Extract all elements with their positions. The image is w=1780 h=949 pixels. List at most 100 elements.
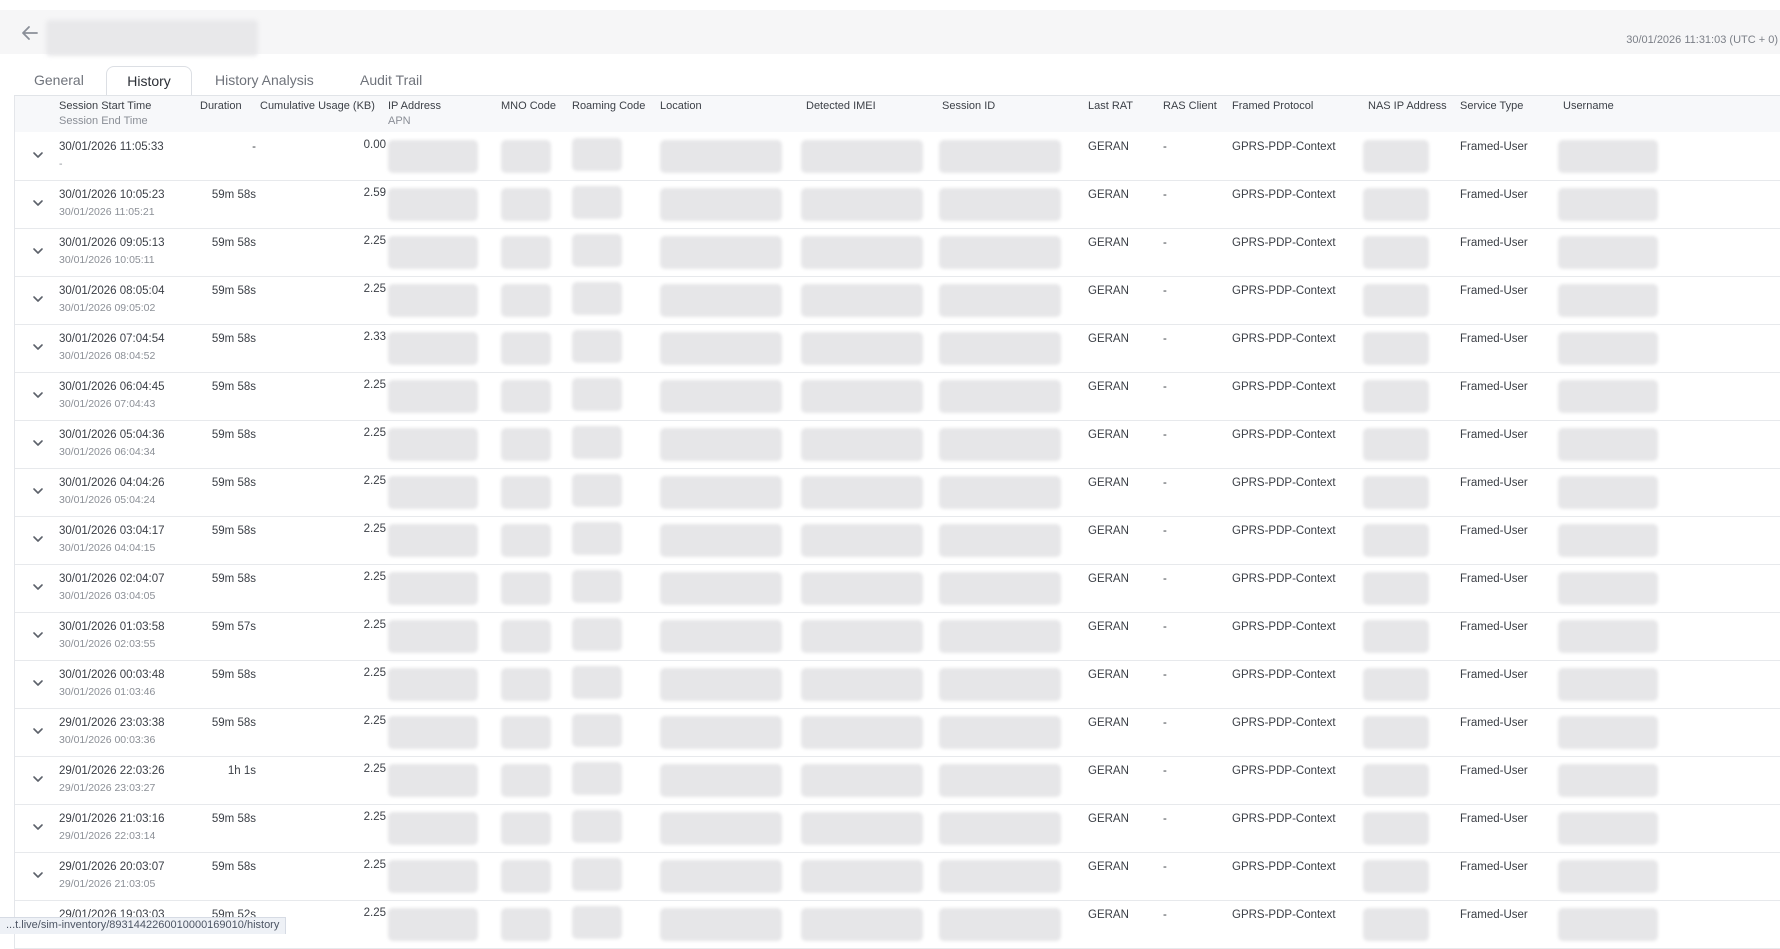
username-redacted xyxy=(1558,620,1658,653)
col-roaming-code[interactable]: Roaming Code xyxy=(572,100,645,112)
session-id-redacted xyxy=(939,764,1061,797)
col-location[interactable]: Location xyxy=(660,100,702,112)
session-start-time: 30/01/2026 04:04:26 xyxy=(59,477,165,489)
col-last-rat[interactable]: Last RAT xyxy=(1088,100,1133,112)
nas-ip-address-redacted xyxy=(1363,284,1429,317)
ras-client: - xyxy=(1163,765,1167,777)
cumulative-usage: 2.25 xyxy=(363,427,386,439)
col-duration[interactable]: Duration xyxy=(200,100,242,112)
service-type: Framed-User xyxy=(1460,381,1528,393)
expand-row-chevron-icon[interactable] xyxy=(30,243,46,259)
expand-row-chevron-icon[interactable] xyxy=(30,819,46,835)
col-cumulative-usage[interactable]: Cumulative Usage (KB) xyxy=(260,100,375,112)
ip-address-redacted xyxy=(388,860,478,893)
table-row[interactable]: 30/01/2026 10:05:23 30/01/2026 11:05:21 59… xyxy=(14,180,1780,229)
nas-ip-address-redacted xyxy=(1363,188,1429,221)
table-row[interactable]: 30/01/2026 06:04:45 30/01/2026 07:04:43 59… xyxy=(14,372,1780,421)
cumulative-usage: 2.59 xyxy=(363,187,386,199)
framed-protocol: GPRS-PDP-Context xyxy=(1232,525,1336,537)
back-arrow-icon[interactable] xyxy=(20,23,42,43)
table-row[interactable]: 30/01/2026 00:03:48 30/01/2026 01:03:46 59… xyxy=(14,660,1780,709)
framed-protocol: GPRS-PDP-Context xyxy=(1232,429,1336,441)
col-ras-client[interactable]: RAS Client xyxy=(1163,100,1217,112)
table-row[interactable]: 30/01/2026 07:04:54 30/01/2026 08:04:52 59… xyxy=(14,324,1780,373)
nas-ip-address-redacted xyxy=(1363,428,1429,461)
col-session-start-time[interactable]: Session Start Time xyxy=(59,100,151,112)
ras-client: - xyxy=(1163,429,1167,441)
expand-row-chevron-icon[interactable] xyxy=(30,483,46,499)
roaming-code-redacted xyxy=(572,522,622,555)
table-row[interactable]: 30/01/2026 05:04:36 30/01/2026 06:04:34 59… xyxy=(14,420,1780,469)
mno-code-redacted xyxy=(501,572,551,605)
framed-protocol: GPRS-PDP-Context xyxy=(1232,141,1336,153)
table-row[interactable]: 29/01/2026 20:03:07 29/01/2026 21:03:05 59… xyxy=(14,852,1780,901)
table-row[interactable]: 30/01/2026 04:04:26 30/01/2026 05:04:24 59… xyxy=(14,468,1780,517)
tab-history-analysis[interactable]: History Analysis xyxy=(215,66,314,94)
session-end-time: 30/01/2026 05:04:24 xyxy=(59,494,156,506)
table-row[interactable]: 30/01/2026 11:05:33 - - 0.00 GERAN - GPRS-PDP-… xyxy=(14,132,1780,181)
roaming-code-redacted xyxy=(572,762,622,795)
expand-row-chevron-icon[interactable] xyxy=(30,387,46,403)
detected-imei-redacted xyxy=(801,908,923,941)
location-redacted xyxy=(660,380,782,413)
location-redacted xyxy=(660,140,782,173)
expand-row-chevron-icon[interactable] xyxy=(30,435,46,451)
expand-row-chevron-icon[interactable] xyxy=(30,531,46,547)
tab-audit-trail[interactable]: Audit Trail xyxy=(360,66,422,94)
cumulative-usage: 2.25 xyxy=(363,763,386,775)
tab-history[interactable]: History xyxy=(106,66,192,95)
table-row[interactable]: 30/01/2026 08:05:04 30/01/2026 09:05:02 59… xyxy=(14,276,1780,325)
session-end-time: 30/01/2026 04:04:15 xyxy=(59,542,156,554)
table-row[interactable]: 30/01/2026 09:05:13 30/01/2026 10:05:11 59… xyxy=(14,228,1780,277)
last-rat: GERAN xyxy=(1088,429,1129,441)
duration: 59m 58s xyxy=(211,669,256,681)
col-ip-address[interactable]: IP Address xyxy=(388,100,441,112)
table-row[interactable]: 30/01/2026 02:04:07 30/01/2026 03:04:05 59… xyxy=(14,564,1780,613)
table-row[interactable]: 29/01/2026 22:03:26 29/01/2026 23:03:27 1h… xyxy=(14,756,1780,805)
col-service-type[interactable]: Service Type xyxy=(1460,100,1523,112)
expand-row-chevron-icon[interactable] xyxy=(30,867,46,883)
expand-row-chevron-icon[interactable] xyxy=(30,339,46,355)
table-row[interactable]: 29/01/2026 21:03:16 29/01/2026 22:03:14 59… xyxy=(14,804,1780,853)
tab-general[interactable]: General xyxy=(34,66,84,94)
session-end-time: 30/01/2026 02:03:55 xyxy=(59,638,156,650)
session-start-time: 30/01/2026 02:04:07 xyxy=(59,573,165,585)
expand-row-chevron-icon[interactable] xyxy=(30,723,46,739)
duration: 59m 58s xyxy=(211,861,256,873)
service-type: Framed-User xyxy=(1460,765,1528,777)
nas-ip-address-redacted xyxy=(1363,812,1429,845)
cumulative-usage: 2.33 xyxy=(363,331,386,343)
expand-row-chevron-icon[interactable] xyxy=(30,195,46,211)
expand-row-chevron-icon[interactable] xyxy=(30,291,46,307)
ras-client: - xyxy=(1163,813,1167,825)
expand-row-chevron-icon[interactable] xyxy=(30,579,46,595)
col-session-id[interactable]: Session ID xyxy=(942,100,995,112)
expand-row-chevron-icon[interactable] xyxy=(30,147,46,163)
session-id-redacted xyxy=(939,668,1061,701)
col-nas-ip-address[interactable]: NAS IP Address xyxy=(1368,100,1447,112)
ip-address-redacted xyxy=(388,236,478,269)
sim-title-redacted xyxy=(46,20,258,56)
table-row[interactable]: 30/01/2026 03:04:17 30/01/2026 04:04:15 59… xyxy=(14,516,1780,565)
location-redacted xyxy=(660,236,782,269)
col-mno-code[interactable]: MNO Code xyxy=(501,100,556,112)
ras-client: - xyxy=(1163,861,1167,873)
nas-ip-address-redacted xyxy=(1363,668,1429,701)
expand-row-chevron-icon[interactable] xyxy=(30,627,46,643)
nas-ip-address-redacted xyxy=(1363,620,1429,653)
col-username[interactable]: Username xyxy=(1563,100,1614,112)
expand-row-chevron-icon[interactable] xyxy=(30,771,46,787)
detected-imei-redacted xyxy=(801,380,923,413)
last-rat: GERAN xyxy=(1088,525,1129,537)
table-row[interactable]: 29/01/2026 23:03:38 30/01/2026 00:03:36 59… xyxy=(14,708,1780,757)
mno-code-redacted xyxy=(501,284,551,317)
session-id-redacted xyxy=(939,188,1061,221)
last-rat: GERAN xyxy=(1088,381,1129,393)
session-id-redacted xyxy=(939,524,1061,557)
table-row[interactable]: 30/01/2026 01:03:58 30/01/2026 02:03:55 59… xyxy=(14,612,1780,661)
roaming-code-redacted xyxy=(572,570,622,603)
col-detected-imei[interactable]: Detected IMEI xyxy=(806,100,876,112)
expand-row-chevron-icon[interactable] xyxy=(30,675,46,691)
session-id-redacted xyxy=(939,716,1061,749)
col-framed-protocol[interactable]: Framed Protocol xyxy=(1232,100,1313,112)
